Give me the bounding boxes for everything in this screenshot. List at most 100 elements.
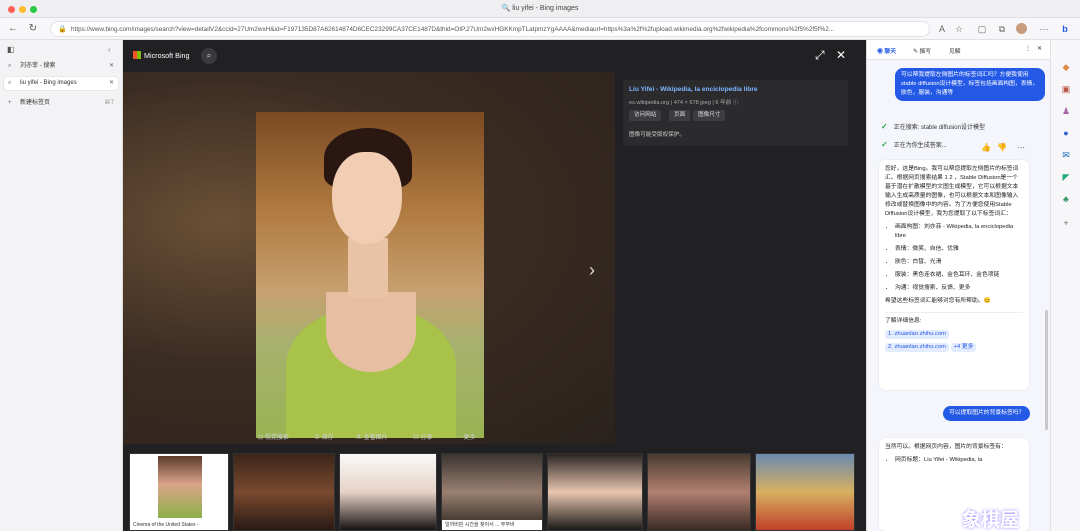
visit-site-button[interactable]: 访问网站	[629, 110, 662, 121]
thumbnail[interactable]	[547, 453, 643, 531]
add-icon[interactable]: +	[1059, 216, 1073, 230]
view-image-button[interactable]: ▣ 查看图片	[356, 432, 388, 441]
browser-window: 🔍 liu yifei - Bing images ← ↻ 🔒 https://…	[0, 0, 1080, 531]
more-icon[interactable]: ⋯	[1017, 143, 1025, 152]
window-title: 🔍 liu yifei - Bing images	[501, 5, 579, 12]
sidebar-toggle-icon[interactable]: ◧	[7, 45, 15, 54]
tab-chat[interactable]: ◉ 聊天	[877, 46, 896, 55]
thumbnail[interactable]	[233, 453, 335, 531]
image-neck-shape	[348, 238, 388, 298]
visual-search-button[interactable]: ⊡ 视觉搜索	[258, 432, 289, 441]
games-icon[interactable]: ♟	[1059, 104, 1073, 118]
new-tab-button[interactable]: + 新建标签页 ⌘T	[4, 97, 118, 110]
learn-more-label: 了解详细信息:	[885, 312, 1023, 326]
window-title-text: liu yifei - Bing images	[512, 5, 579, 12]
thumbs-down-icon[interactable]: 👎	[997, 143, 1007, 152]
collections-icon[interactable]: ⧉	[995, 22, 1009, 36]
favorite-icon[interactable]: ☆	[952, 22, 966, 36]
thumbnail-caption: 일까비핀 시간을 찾아서 ... 쭈쭈바	[442, 520, 542, 530]
bot-answer: 您好，这是Bing。我可以帮您提取左侧图片的标签词汇。根据网页搜索结果 1 2 …	[879, 160, 1029, 390]
share-button[interactable]: ▤ 分享	[413, 432, 433, 441]
copyright-note: 图像可能受版权保护。	[629, 132, 685, 138]
tools-icon[interactable]: ▣	[1059, 82, 1073, 96]
tree-icon[interactable]: ♣	[1059, 192, 1073, 206]
url-text[interactable]: https://www.bing.com/images/search?view=…	[71, 26, 911, 33]
thumbnail[interactable]	[339, 453, 437, 531]
next-image-chevron-icon[interactable]: ›	[589, 260, 595, 281]
bing-logo[interactable]: Microsoft Bing	[133, 50, 190, 62]
address-bar[interactable]: 🔒 https://www.bing.com/images/search?vie…	[50, 21, 930, 37]
source-link[interactable]: 2. zhuanlan.zhihu.com	[885, 343, 950, 352]
more-menu-icon[interactable]: ⋯	[1037, 22, 1051, 36]
tab-item-bing-images[interactable]: ⌕ liu yifei - Bing images ✕	[4, 77, 118, 90]
save-button[interactable]: ⊕ 保存	[314, 432, 334, 441]
thumbnail[interactable]: 일까비핀 시간을 찾아서 ... 쭈쭈바	[441, 453, 543, 531]
brand-text: Microsoft Bing	[144, 51, 190, 60]
thumbnail-caption: Cinema of the United States -	[130, 520, 228, 530]
list-item: 网页标题：Liu Yifei - Wikipedia, la	[895, 456, 1023, 465]
image-size-button[interactable]: 图像尺寸	[693, 110, 726, 121]
shortcut-label: ⌘T	[104, 100, 114, 106]
plus-icon: +	[8, 100, 12, 106]
profile-avatar[interactable]	[1016, 23, 1027, 34]
close-icon[interactable]: ✕	[836, 48, 846, 62]
edge-sidebar-rail: ◆ ▣ ♟ ● ✉ ◤ ♣ +	[1050, 40, 1080, 531]
image-size: 474 × 678 jpeg	[673, 100, 711, 106]
more-options-icon[interactable]: ⋮	[1025, 46, 1031, 52]
close-icon[interactable]: ✕	[1037, 46, 1042, 52]
split-screen-icon[interactable]: ▢	[975, 22, 989, 36]
tag-list: 网页标题：Liu Yifei - Wikipedia, la	[885, 456, 1023, 465]
close-tab-icon[interactable]: ✕	[109, 60, 114, 73]
close-tab-icon[interactable]: ✕	[109, 77, 114, 90]
refresh-icon[interactable]: ↻	[26, 22, 40, 36]
source-domain[interactable]: es.wikipedia.org	[629, 100, 669, 106]
read-aloud-icon[interactable]: A	[935, 22, 949, 36]
user-message: 可以提取图片的背景标签吗？	[943, 406, 1031, 421]
drop-icon[interactable]: ◤	[1059, 170, 1073, 184]
back-icon[interactable]: ←	[6, 22, 20, 36]
bing-chat-icon[interactable]: b	[1058, 22, 1072, 36]
chat-tab-bar: ◉ 聊天 ✎ 撰写 见解 ⋮ ✕	[867, 40, 1051, 60]
shopping-icon[interactable]: ◆	[1059, 60, 1073, 74]
checkmark-icon: ✓	[881, 140, 888, 149]
expand-icon[interactable]: ⤢	[815, 48, 825, 63]
page-button[interactable]: 页面	[669, 110, 691, 121]
tab-item-search[interactable]: ⌕ 刘亦菲 - 搜索 ✕	[4, 60, 118, 73]
tab-insights[interactable]: 见解	[949, 46, 961, 55]
tab-label: 刘亦菲 - 搜索	[20, 63, 56, 69]
checkmark-icon: ✓	[881, 122, 888, 131]
search-icon: ⌕	[8, 80, 12, 86]
lock-icon: 🔒	[58, 26, 67, 33]
tag-list: 画面构图：刘亦菲 - Wikipedia, la enciclopedia li…	[885, 223, 1023, 293]
outlook-icon[interactable]: ✉	[1059, 148, 1073, 162]
status-text: 正在搜索: stable diffusion设计模型	[893, 125, 985, 131]
thumbs-up-icon[interactable]: 👍	[981, 143, 991, 152]
microsoft-365-icon[interactable]: ●	[1059, 126, 1073, 140]
info-icon[interactable]: ⓘ	[733, 100, 739, 106]
search-icon[interactable]: ⌕	[201, 48, 217, 64]
thumbnail[interactable]: Cinema of the United States -	[129, 453, 229, 531]
main-image[interactable]	[256, 112, 484, 438]
image-skin-shape	[326, 292, 416, 372]
thumbnail[interactable]	[647, 453, 751, 531]
search-status: ✓ 正在搜索: stable diffusion设计模型	[881, 122, 985, 131]
more-sources-link[interactable]: +4 更多	[950, 343, 977, 352]
tab-compose[interactable]: ✎ 撰写	[913, 46, 931, 55]
answer-intro: 当然可以。根据网页内容，图片的背景标签有：	[885, 444, 1007, 450]
thumbnail[interactable]	[755, 453, 855, 531]
image-backdrop: ›	[123, 72, 615, 444]
related-images-strip: Cinema of the United States - 일까비핀 시간을 찾…	[123, 450, 866, 531]
collapse-chevron-icon[interactable]: ‹	[108, 45, 111, 54]
list-item: 沟通：视觉搜索、反馈、更多	[895, 284, 1023, 293]
search-icon: ⌕	[8, 63, 12, 69]
thumbnail-image	[158, 456, 202, 518]
more-button[interactable]: ⋯ 更多	[456, 432, 476, 441]
source-link[interactable]: 1. zhuanlan.zhihu.com	[885, 330, 950, 339]
list-item: 肤色：白皙、光滑	[895, 258, 1023, 267]
tab-label: liu yifei - Bing images	[20, 80, 77, 86]
scrollbar[interactable]	[1045, 310, 1048, 430]
source-title-link[interactable]: Liu Yifei - Wikipedia, la enciclopedia l…	[629, 86, 758, 93]
answer-intro: 您好，这是Bing。我可以帮您提取左侧图片的标签词汇。根据网页搜索结果 1 2 …	[885, 166, 1019, 217]
list-item: 画面构图：刘亦菲 - Wikipedia, la enciclopedia li…	[895, 223, 1023, 241]
address-toolbar: ← ↻ 🔒 https://www.bing.com/images/search…	[0, 18, 1080, 40]
